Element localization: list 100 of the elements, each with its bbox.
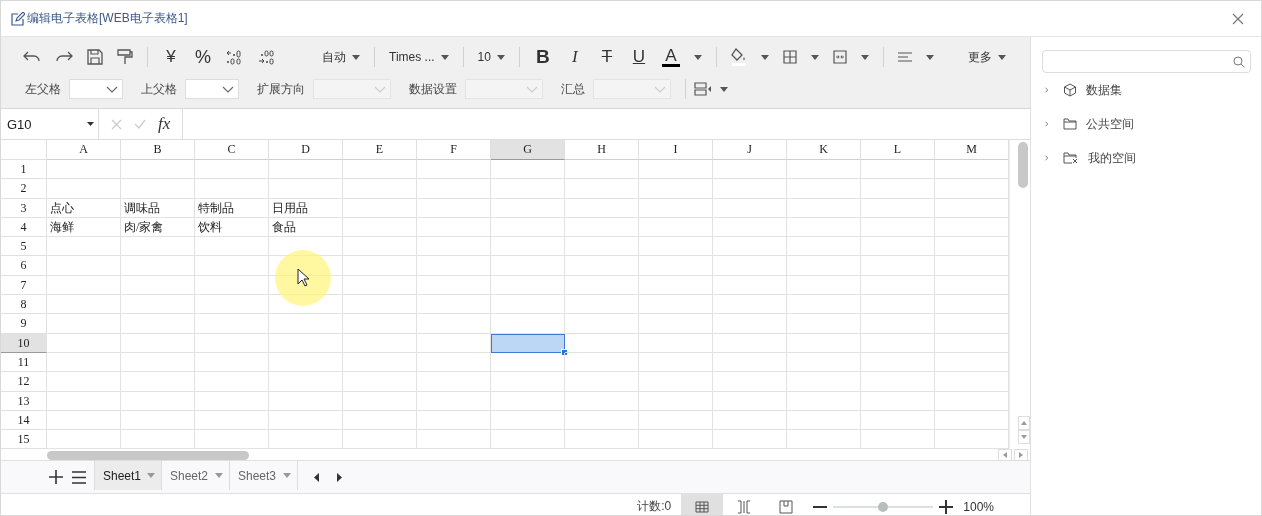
table-cell: 食品 [269, 217, 343, 238]
zoom-in-icon[interactable] [939, 499, 954, 514]
column-header[interactable]: J [713, 140, 787, 160]
field-label: 上父格 [141, 80, 177, 98]
column-header[interactable]: I [639, 140, 713, 160]
search-field[interactable] [1042, 50, 1251, 73]
borders-icon[interactable] [782, 50, 797, 64]
scroll-left-icon[interactable] [998, 449, 1012, 461]
row-header[interactable]: 15 [1, 430, 47, 450]
row-header[interactable]: 7 [1, 275, 47, 296]
scroll-up-icon[interactable] [1018, 416, 1030, 430]
percent-button[interactable]: % [194, 46, 212, 68]
underline-button[interactable]: U [629, 47, 648, 67]
zoom-out-icon[interactable] [813, 505, 828, 508]
row-header[interactable]: 4 [1, 217, 47, 238]
row-header[interactable]: 9 [1, 314, 47, 334]
name-box[interactable]: G10 [1, 109, 99, 139]
align-left-icon[interactable] [897, 51, 912, 63]
row-header[interactable]: 13 [1, 391, 47, 411]
table-cell: 特制品 [195, 198, 269, 218]
scroll-down-icon[interactable] [1018, 430, 1030, 444]
edit-icon [11, 11, 25, 26]
add-sheet-icon[interactable] [49, 470, 63, 484]
row-header[interactable]: 14 [1, 410, 47, 431]
column-header[interactable]: B [121, 140, 195, 160]
decrease-decimal-icon[interactable] [258, 49, 276, 65]
caret-icon[interactable] [760, 54, 769, 60]
font-color-button[interactable]: A [661, 47, 680, 67]
caret-icon[interactable] [440, 54, 449, 60]
merge-cells-icon[interactable] [832, 50, 847, 64]
column-header[interactable]: A [47, 140, 121, 160]
paint-roller-icon[interactable] [117, 49, 133, 65]
normal-view-button[interactable] [681, 494, 724, 515]
row-header[interactable]: 6 [1, 256, 47, 276]
caret-icon[interactable] [496, 54, 505, 60]
column-header[interactable]: C [195, 140, 269, 160]
slider-thumb[interactable] [878, 501, 889, 512]
paint-bucket-icon[interactable] [730, 48, 747, 66]
increase-decimal-icon[interactable] [226, 49, 244, 65]
selected-cell[interactable] [491, 333, 565, 353]
row-header[interactable]: 3 [1, 198, 47, 218]
check-icon[interactable] [134, 119, 146, 129]
caret-icon[interactable] [352, 54, 360, 60]
column-header[interactable]: G [491, 140, 565, 160]
caret-icon[interactable] [87, 122, 94, 126]
number-format-dropdown[interactable]: 自动 [290, 48, 346, 66]
search-icon[interactable] [1233, 55, 1245, 68]
column-header[interactable]: E [343, 140, 417, 160]
menu-icon[interactable] [72, 470, 86, 484]
row-header[interactable]: 12 [1, 372, 47, 392]
row-header[interactable]: 1 [1, 160, 47, 180]
row-header[interactable]: 10 [1, 333, 47, 353]
font-size-dropdown[interactable]: 10 [477, 50, 491, 64]
bold-button[interactable]: B [533, 46, 552, 68]
column-header[interactable]: H [565, 140, 639, 160]
more-dropdown[interactable]: 更多 [967, 48, 992, 66]
chevron-icon[interactable] [222, 85, 234, 93]
save-icon[interactable] [87, 49, 103, 65]
redo-icon[interactable] [55, 51, 73, 63]
caret-icon[interactable] [860, 54, 869, 60]
caret-icon[interactable] [810, 54, 819, 60]
strikethrough-button[interactable]: T [597, 47, 616, 67]
row-header[interactable]: 2 [1, 179, 47, 199]
sheet-tab[interactable]: Sheet1 [94, 461, 162, 490]
grid-icon[interactable] [695, 500, 710, 513]
previous-sheet-icon[interactable] [314, 472, 320, 482]
pointer-icon [297, 268, 309, 287]
column-header[interactable]: M [935, 140, 1009, 160]
tree-item[interactable]: 数据集 [1086, 81, 1122, 99]
layout-icon[interactable] [694, 82, 712, 96]
row-header[interactable]: 5 [1, 237, 47, 257]
caret-icon[interactable] [997, 54, 1006, 60]
chevron-icon[interactable] [106, 85, 118, 93]
page-icon[interactable] [779, 499, 794, 514]
user-folder-icon [1063, 152, 1079, 164]
column-header[interactable]: D [269, 140, 343, 160]
tree-item[interactable]: 我的空间 [1088, 149, 1136, 167]
italic-button[interactable]: I [565, 47, 584, 67]
currency-button[interactable]: ¥ [162, 47, 180, 67]
function-button[interactable]: fx [158, 114, 176, 134]
font-dropdown[interactable]: Times ... [389, 50, 435, 64]
row-header[interactable]: 11 [1, 352, 47, 373]
caret-icon[interactable] [693, 54, 702, 60]
folder-icon [1063, 118, 1077, 130]
table-cell: 点心 [47, 198, 121, 218]
scroll-right-icon[interactable] [1014, 449, 1028, 461]
close-icon[interactable] [1232, 12, 1244, 25]
zoom-reading: 100% [963, 499, 994, 514]
row-header[interactable]: 8 [1, 295, 47, 315]
tree-item[interactable]: 公共空间 [1086, 115, 1134, 133]
field-label: 扩展方向 [257, 80, 305, 98]
page-break-icon[interactable] [737, 499, 752, 514]
scrollbar-thumb[interactable] [1018, 142, 1028, 188]
caret-icon[interactable] [720, 86, 728, 92]
undo-icon[interactable] [23, 51, 41, 63]
column-header[interactable]: L [861, 140, 935, 160]
caret-icon[interactable] [925, 54, 934, 60]
column-header[interactable]: K [787, 140, 861, 160]
scrollbar-thumb[interactable] [47, 450, 249, 460]
next-sheet-icon[interactable] [336, 472, 342, 482]
